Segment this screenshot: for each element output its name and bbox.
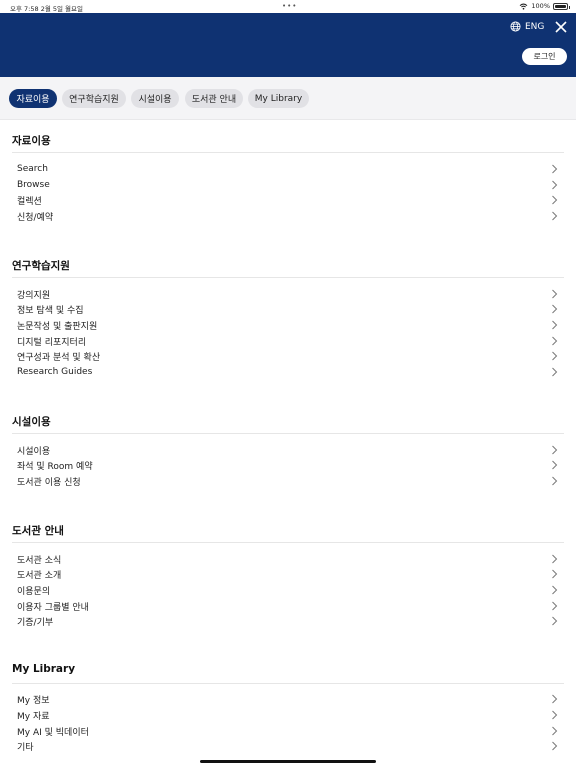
menu-item-label: 도서관 소식 bbox=[17, 555, 62, 566]
chevron-right-icon bbox=[552, 367, 558, 377]
menu-item-label: Browse bbox=[17, 180, 50, 190]
menu-item-request[interactable]: 신청/예약 bbox=[17, 209, 560, 223]
menu-item-label: 좌석 및 Room 예약 bbox=[17, 461, 93, 472]
menu-item-label: My 정보 bbox=[17, 695, 50, 706]
chevron-right-icon bbox=[552, 304, 558, 314]
menu-item-label: 연구성과 분석 및 확산 bbox=[17, 352, 101, 363]
section-title-my-library: My Library bbox=[12, 663, 76, 675]
chevron-right-icon bbox=[552, 741, 558, 751]
menu-item-seat-room-reservation[interactable]: 좌석 및 Room 예약 bbox=[17, 458, 560, 472]
tab-facilities[interactable]: 시설이용 bbox=[131, 89, 179, 108]
chevron-right-icon bbox=[552, 585, 558, 595]
menu-item-thesis-support[interactable]: 논문작성 및 출판지원 bbox=[17, 318, 560, 332]
tab-research-support[interactable]: 연구학습지원 bbox=[62, 89, 126, 108]
chevron-right-icon bbox=[552, 554, 558, 564]
section-title-research-support: 연구학습지원 bbox=[12, 260, 70, 272]
chevron-right-icon bbox=[552, 211, 558, 221]
chevron-right-icon bbox=[552, 180, 558, 190]
tab-resources[interactable]: 자료이용 bbox=[9, 89, 57, 108]
menu-item-label: 기타 bbox=[17, 742, 34, 753]
battery-percent: 100% bbox=[531, 2, 550, 10]
chevron-right-icon bbox=[552, 289, 558, 299]
language-label: ENG bbox=[525, 21, 545, 32]
menu-item-etc[interactable]: 기타 bbox=[17, 739, 560, 753]
menu-item-lecture-support[interactable]: 강의지원 bbox=[17, 287, 560, 301]
menu-item-collection[interactable]: 컬렉션 bbox=[17, 193, 560, 207]
menu-item-label: 디지털 리포지터리 bbox=[17, 337, 87, 348]
divider bbox=[12, 152, 564, 153]
chevron-right-icon bbox=[552, 320, 558, 330]
divider bbox=[12, 542, 564, 543]
menu-item-inquiry[interactable]: 이용문의 bbox=[17, 583, 560, 597]
chevron-right-icon bbox=[552, 694, 558, 704]
menu-item-library-news[interactable]: 도서관 소식 bbox=[17, 552, 560, 566]
battery-icon bbox=[553, 2, 570, 10]
menu-item-label: My AI 및 빅데이터 bbox=[17, 727, 89, 738]
menu-item-label: 도서관 이용 신청 bbox=[17, 477, 81, 488]
menu-item-label: 컬렉션 bbox=[17, 196, 42, 207]
divider bbox=[12, 433, 564, 434]
menu-item-my-ai-bigdata[interactable]: My AI 및 빅데이터 bbox=[17, 724, 560, 738]
tab-my-library[interactable]: My Library bbox=[248, 89, 309, 108]
chevron-right-icon bbox=[552, 616, 558, 626]
menu-item-label: 이용자 그룹별 안내 bbox=[17, 602, 89, 613]
language-toggle[interactable]: ENG bbox=[510, 21, 544, 32]
menu-item-browse[interactable]: Browse bbox=[17, 178, 560, 192]
menu-item-label: My 자료 bbox=[17, 711, 50, 722]
wifi-icon bbox=[520, 3, 528, 10]
chevron-right-icon bbox=[552, 726, 558, 736]
menu-item-research-guides[interactable]: Research Guides bbox=[17, 365, 560, 379]
chevron-right-icon bbox=[552, 476, 558, 486]
menu-item-my-materials[interactable]: My 자료 bbox=[17, 708, 560, 722]
menu-item-label: 도서관 소개 bbox=[17, 570, 62, 581]
status-time: 오후 7:58 2월 5일 월요일 bbox=[10, 5, 83, 13]
home-indicator[interactable] bbox=[200, 760, 376, 763]
close-icon[interactable] bbox=[554, 19, 568, 35]
menu-item-label: 정보 탐색 및 수집 bbox=[17, 305, 84, 316]
menu-item-donation[interactable]: 기증/기부 bbox=[17, 614, 560, 628]
status-right: 100% bbox=[519, 2, 570, 10]
multitasking-dots-icon[interactable]: ••• bbox=[282, 2, 297, 10]
menu-item-label: 논문작성 및 출판지원 bbox=[17, 321, 98, 332]
menu-item-label: 이용문의 bbox=[17, 586, 51, 597]
status-bar: 오후 7:58 2월 5일 월요일 ••• 100% bbox=[0, 0, 576, 13]
menu-item-label: 강의지원 bbox=[17, 290, 51, 301]
divider bbox=[12, 277, 564, 278]
login-button[interactable]: 로그인 bbox=[522, 48, 567, 65]
globe-icon bbox=[510, 21, 521, 32]
section-title-facilities: 시설이용 bbox=[12, 416, 51, 428]
chevron-right-icon bbox=[552, 569, 558, 579]
menu-item-user-group-guide[interactable]: 이용자 그룹별 안내 bbox=[17, 599, 560, 613]
chevron-right-icon bbox=[552, 601, 558, 611]
chevron-right-icon bbox=[552, 336, 558, 346]
menu-item-digital-repository[interactable]: 디지털 리포지터리 bbox=[17, 334, 560, 348]
chevron-right-icon bbox=[552, 460, 558, 470]
menu-item-search[interactable]: Search bbox=[17, 162, 560, 176]
divider bbox=[12, 683, 564, 684]
category-tabbar: 자료이용 연구학습지원 시설이용 도서관 안내 My Library bbox=[0, 77, 576, 120]
menu-item-library-use-application[interactable]: 도서관 이용 신청 bbox=[17, 474, 560, 488]
menu-item-label: Research Guides bbox=[17, 367, 93, 377]
app-header: ENG 로그인 bbox=[0, 13, 576, 77]
menu-item-research-analysis[interactable]: 연구성과 분석 및 확산 bbox=[17, 349, 560, 363]
chevron-right-icon bbox=[552, 445, 558, 455]
menu-item-facility-use[interactable]: 시설이용 bbox=[17, 443, 560, 457]
menu-item-my-info[interactable]: My 정보 bbox=[17, 692, 560, 706]
section-title-library-info: 도서관 안내 bbox=[12, 525, 64, 537]
menu-item-label: Search bbox=[17, 164, 48, 174]
section-title-resources: 자료이용 bbox=[12, 135, 51, 147]
menu-item-label: 신청/예약 bbox=[17, 212, 54, 223]
chevron-right-icon bbox=[552, 195, 558, 205]
menu-item-library-intro[interactable]: 도서관 소개 bbox=[17, 567, 560, 581]
menu-item-label: 시설이용 bbox=[17, 446, 51, 457]
menu-item-info-search[interactable]: 정보 탐색 및 수집 bbox=[17, 302, 560, 316]
chevron-right-icon bbox=[552, 164, 558, 174]
tab-library-info[interactable]: 도서관 안내 bbox=[185, 89, 243, 108]
chevron-right-icon bbox=[552, 351, 558, 361]
chevron-right-icon bbox=[552, 710, 558, 720]
menu-item-label: 기증/기부 bbox=[17, 617, 54, 628]
